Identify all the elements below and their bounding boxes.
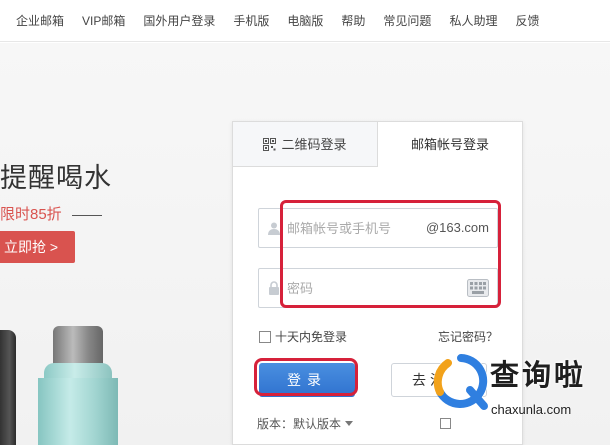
nav-link-personal-assistant[interactable]: 私人助理	[449, 12, 497, 29]
mint-bottle-image	[38, 378, 118, 445]
version-label: 版本：默认版本	[257, 417, 342, 431]
remember-login-toggle[interactable]: 十天内免登录	[259, 328, 347, 345]
user-icon	[268, 222, 280, 235]
nav-link-faq[interactable]: 常见问题	[383, 12, 431, 29]
login-tabs: 二维码登录 邮箱帐号登录	[233, 122, 522, 167]
domain-suffix: @163.com	[425, 220, 489, 235]
account-input[interactable]	[287, 218, 417, 238]
promo-dash	[71, 214, 102, 216]
password-field	[258, 268, 498, 308]
nav-link-overseas-login[interactable]: 国外用户登录	[143, 12, 215, 29]
remember-checkbox[interactable]	[259, 330, 271, 343]
nav-link-vip-mail[interactable]: VIP邮箱	[82, 12, 125, 29]
promo-title: 提醒喝水	[0, 163, 112, 193]
tab-qr-label: 二维码登录	[281, 137, 347, 152]
top-nav: 企业邮箱 VIP邮箱 国外用户登录 手机版 电脑版 帮助 常见问题 私人助理 反…	[0, 0, 610, 42]
nav-link-enterprise-mail[interactable]: 企业邮箱	[16, 12, 64, 29]
login-button[interactable]: 登录	[259, 363, 355, 397]
dark-bottle-image	[0, 330, 16, 445]
password-input[interactable]	[287, 278, 417, 298]
bottle-cap-image	[53, 326, 103, 366]
nav-link-mobile-version[interactable]: 手机版	[233, 12, 269, 29]
promo-subtitle: 限时85折	[0, 203, 102, 224]
remember-label: 十天内免登录	[275, 330, 348, 344]
version-selector[interactable]: 版本：默认版本	[257, 415, 354, 432]
promo-subtitle-text: 限时85折	[0, 206, 62, 223]
account-field: @163.com	[258, 208, 498, 248]
nav-link-help[interactable]: 帮助	[341, 12, 365, 29]
lock-icon	[269, 281, 279, 295]
promo-buy-button[interactable]: 立即抢 >	[0, 231, 75, 263]
ssl-checkbox[interactable]	[440, 418, 451, 429]
register-button[interactable]: 去注册	[391, 363, 487, 397]
keyboard-icon[interactable]	[467, 279, 489, 297]
forgot-password-link[interactable]: 忘记密码？	[438, 328, 498, 345]
login-panel: 二维码登录 邮箱帐号登录 @163.com 十天内免登录 忘记密码？ 登录	[232, 121, 523, 445]
chevron-down-icon	[345, 421, 354, 426]
tab-qr-login[interactable]: 二维码登录	[233, 122, 378, 167]
nav-link-feedback[interactable]: 反馈	[515, 12, 539, 29]
tab-account-login[interactable]: 邮箱帐号登录	[378, 122, 522, 167]
qr-code-icon	[263, 138, 277, 151]
nav-link-desktop-version[interactable]: 电脑版	[287, 12, 323, 29]
